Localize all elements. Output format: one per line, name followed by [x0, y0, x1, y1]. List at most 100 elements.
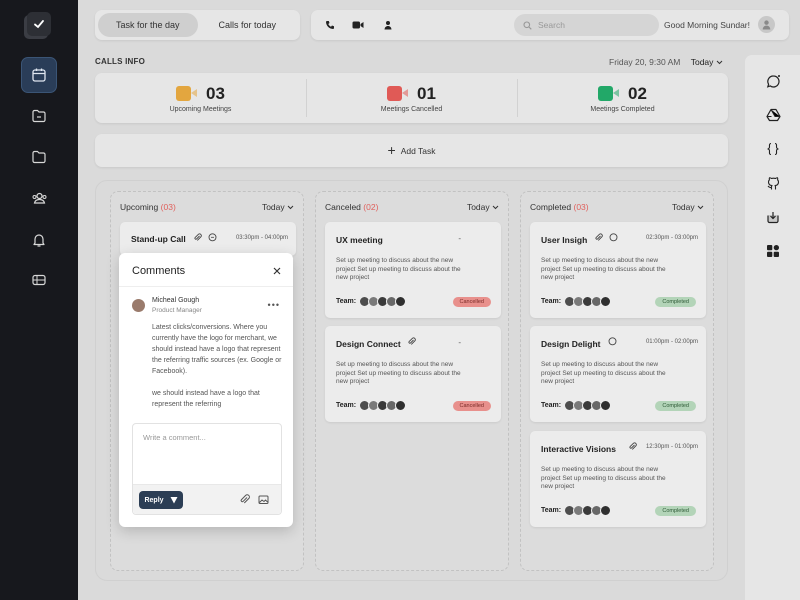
view-tabs: Task for the day Calls for today: [95, 10, 300, 40]
search-icon: [523, 20, 532, 30]
calls-stats: 03 Upcoming Meetings 01 Meetings Cancell…: [95, 73, 728, 123]
sidebar-item-notifications[interactable]: [21, 222, 57, 258]
calls-range-select[interactable]: Today: [691, 57, 723, 67]
sidebar-item-calendar[interactable]: [21, 57, 57, 93]
task-card[interactable]: UX meeting - Set up meeting to discuss a…: [325, 222, 501, 318]
comment-paragraph: we should instead have a logo that repre…: [152, 390, 260, 408]
comment-input[interactable]: [143, 433, 273, 442]
column-range-select[interactable]: Today: [672, 202, 704, 212]
column-title: Upcoming (03): [120, 202, 176, 212]
folder-icon: [32, 150, 46, 164]
status-badge: Cancelled: [452, 401, 491, 411]
download-icon[interactable]: [765, 209, 781, 225]
status-badge: Completed: [655, 297, 696, 307]
sidebar: [0, 0, 78, 600]
video-camera-icon: [387, 86, 409, 101]
comment-composer: Reply: [132, 423, 282, 515]
drive-icon[interactable]: [765, 107, 781, 123]
apps-icon[interactable]: [765, 243, 781, 259]
paperclip-icon[interactable]: [594, 233, 603, 242]
github-icon[interactable]: [765, 175, 781, 191]
card-time: -: [458, 234, 461, 243]
card-description: Set up meeting to discuss about the new …: [336, 257, 461, 281]
add-task-label: Add Task: [400, 145, 436, 156]
chevron-down-icon: [492, 205, 499, 210]
card-title: Stand-up Call: [131, 234, 186, 244]
bell-icon: [33, 234, 45, 247]
popup-title: Comments: [132, 265, 186, 277]
card-time: -: [458, 338, 461, 347]
column-range-select[interactable]: Today: [262, 202, 294, 212]
card-title: UX meeting: [336, 235, 383, 245]
sidebar-item-files[interactable]: [21, 98, 57, 134]
sidebar-item-team[interactable]: [21, 180, 57, 216]
user-avatar[interactable]: [758, 16, 775, 33]
stat-cancelled: 01 Meetings Cancelled: [306, 73, 517, 123]
comments-popup: Comments Micheal Gough Product Manager •…: [119, 253, 293, 527]
comment-icon[interactable]: [609, 233, 618, 242]
divider: [119, 286, 293, 287]
task-card[interactable]: Stand-up Call 03:30pm - 04:00pm: [120, 222, 296, 256]
paperclip-icon[interactable]: [628, 442, 637, 451]
comment-icon[interactable]: [608, 337, 617, 346]
card-time: 02:30pm - 03:00pm: [645, 235, 698, 241]
task-card[interactable]: Design Delight 01:00pm - 02:00pm Set up …: [530, 326, 706, 422]
add-task-button[interactable]: + Add Task: [95, 134, 728, 167]
task-card[interactable]: Design Connect - Set up meeting to discu…: [325, 326, 501, 422]
users-icon: [32, 192, 46, 204]
sidebar-item-tickets[interactable]: [21, 262, 57, 298]
status-badge: Completed: [655, 506, 696, 516]
stat-count: 01: [417, 83, 436, 103]
code-braces-icon[interactable]: [765, 141, 781, 157]
more-options-icon[interactable]: •••: [268, 300, 280, 310]
avatar[interactable]: [600, 296, 612, 307]
status-badge: Completed: [655, 401, 696, 411]
commenter-name: Micheal Gough: [152, 297, 200, 304]
reply-button[interactable]: Reply: [139, 491, 183, 509]
avatar[interactable]: [395, 296, 407, 307]
team-label: Team:: [541, 507, 562, 514]
chat-icon[interactable]: [765, 73, 781, 89]
paperclip-icon[interactable]: [239, 494, 250, 505]
card-description: Set up meeting to discuss about the new …: [541, 466, 666, 490]
video-icon[interactable]: [352, 19, 364, 31]
paperclip-icon[interactable]: [193, 233, 202, 242]
card-time: 01:00pm - 02:00pm: [645, 339, 698, 345]
user-icon[interactable]: [382, 19, 394, 31]
image-icon[interactable]: [258, 494, 269, 505]
chevron-down-icon: [716, 60, 723, 65]
avatar[interactable]: [600, 400, 612, 411]
avatar[interactable]: [132, 299, 145, 312]
app-logo[interactable]: [27, 12, 51, 36]
task-card[interactable]: User Insigh 02:30pm - 03:00pm Set up mee…: [530, 222, 706, 318]
plus-icon: +: [387, 141, 396, 158]
tab-calls-for-today[interactable]: Calls for today: [198, 13, 298, 37]
greeting-text: Good Morning Sundar!: [664, 20, 750, 30]
team-avatars: Team:: [541, 296, 612, 307]
avatar[interactable]: [395, 400, 407, 411]
send-icon: [170, 497, 178, 504]
team-label: Team:: [541, 298, 562, 305]
ticket-icon: [32, 274, 46, 286]
card-time: 03:30pm - 04:00pm: [235, 235, 288, 241]
stat-upcoming: 03 Upcoming Meetings: [95, 73, 306, 123]
paperclip-icon[interactable]: [407, 337, 416, 346]
comment-icon[interactable]: [208, 233, 217, 242]
card-description: Set up meeting to discuss about the new …: [541, 361, 666, 385]
column-range-select[interactable]: Today: [467, 202, 499, 212]
search-placeholder: Search: [538, 20, 565, 30]
close-icon[interactable]: [272, 266, 282, 276]
task-card[interactable]: Interactive Visions 12:30pm - 01:00pm Se…: [530, 431, 706, 527]
chevron-down-icon: [287, 205, 294, 210]
team-avatars: Team:: [336, 296, 407, 307]
search-field[interactable]: Search: [514, 14, 659, 36]
tab-task-for-the-day[interactable]: Task for the day: [98, 13, 198, 37]
phone-icon[interactable]: [324, 19, 336, 31]
team-avatars: Team:: [541, 400, 612, 411]
avatar[interactable]: [600, 505, 612, 516]
user-icon: [762, 20, 771, 30]
check-icon: [34, 20, 44, 29]
comment-body: Latest clicks/conversions. Where you cur…: [152, 322, 282, 410]
comment-paragraph: Latest clicks/conversions. Where you cur…: [152, 324, 282, 375]
sidebar-item-documents[interactable]: [21, 139, 57, 175]
